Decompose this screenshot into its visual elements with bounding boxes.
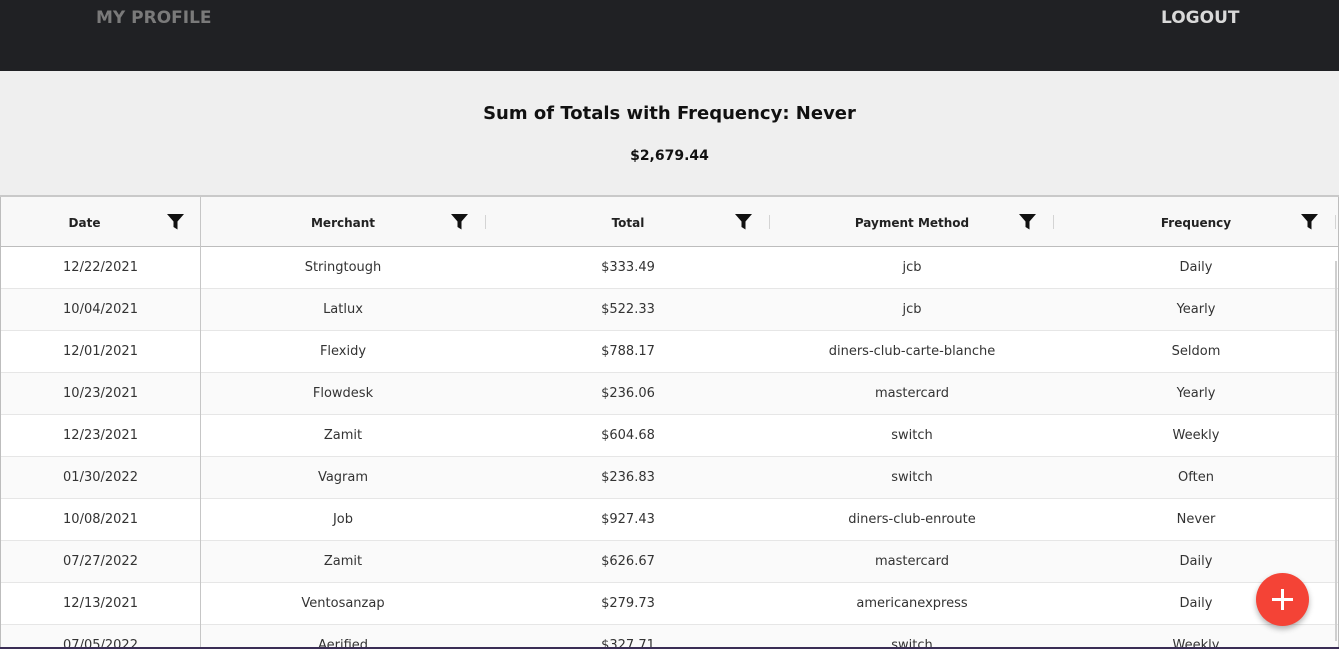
payment-method-cell: mastercard: [874, 386, 950, 401]
merchant-cell: Job: [332, 512, 354, 527]
logout-link[interactable]: LOGOUT: [1161, 8, 1239, 28]
total-cell: $927.43: [601, 512, 655, 527]
total-cell: $327.71: [601, 638, 655, 649]
total-cell: $279.73: [601, 596, 655, 611]
filter-icon[interactable]: [167, 214, 184, 230]
frequency-cell: Yearly: [1176, 386, 1216, 401]
merchant-cell: Zamit: [323, 428, 363, 443]
merchant-cell: Flexidy: [319, 344, 367, 359]
frequency-cell: Daily: [1179, 260, 1213, 275]
table-row[interactable]: 07/27/2022 Zamit $626.67 mastercard Dail…: [1, 541, 1338, 583]
payment-method-cell: switch: [891, 470, 933, 485]
total-cell: $522.33: [601, 302, 655, 317]
column-header-label: Payment Method: [854, 216, 970, 230]
table-row[interactable]: 12/23/2021 Zamit $604.68 switch Weekly: [1, 415, 1338, 457]
vertical-scrollbar[interactable]: [1335, 261, 1337, 641]
frequency-cell: Seldom: [1171, 344, 1221, 359]
date-cell: 07/05/2022: [63, 638, 138, 649]
column-header-date[interactable]: Date: [1, 197, 200, 246]
table-header: Date Merchant Total Payment Method Frequ…: [1, 197, 1338, 247]
date-cell: 07/27/2022: [63, 554, 138, 569]
total-cell: $626.67: [601, 554, 655, 569]
date-cell: 10/23/2021: [63, 386, 138, 401]
table-row[interactable]: 12/22/2021 Stringtough $333.49 jcb Daily: [1, 247, 1338, 289]
frequency-cell: Often: [1178, 470, 1214, 485]
payment-method-cell: jcb: [902, 260, 922, 275]
column-header-payment-method[interactable]: Payment Method: [770, 197, 1054, 246]
payment-method-cell: mastercard: [874, 554, 950, 569]
table-body: 12/22/2021 Stringtough $333.49 jcb Daily…: [1, 247, 1338, 649]
date-cell: 01/30/2022: [63, 470, 138, 485]
frequency-cell: Never: [1176, 512, 1216, 527]
table-row[interactable]: 10/04/2021 Latlux $522.33 jcb Yearly: [1, 289, 1338, 331]
merchant-cell: Ventosanzap: [301, 596, 385, 611]
column-header-merchant[interactable]: Merchant: [201, 197, 485, 246]
merchant-cell: Aerified: [317, 638, 369, 649]
merchant-cell: Stringtough: [304, 260, 382, 275]
merchant-cell: Vagram: [317, 470, 369, 485]
column-separator[interactable]: [1335, 215, 1336, 229]
payment-method-cell: americanexpress: [856, 596, 968, 611]
plus-icon: [1272, 589, 1293, 610]
date-cell: 12/13/2021: [63, 596, 138, 611]
date-cell: 12/23/2021: [63, 428, 138, 443]
filter-icon[interactable]: [1019, 214, 1036, 230]
total-cell: $604.68: [601, 428, 655, 443]
pinned-column-divider: [200, 197, 201, 649]
payment-method-cell: switch: [891, 428, 933, 443]
payment-method-cell: diners-club-carte-blanche: [828, 344, 996, 359]
table-row[interactable]: 12/01/2021 Flexidy $788.17 diners-club-c…: [1, 331, 1338, 373]
column-header-label: Frequency: [1160, 216, 1232, 230]
column-header-label: Total: [611, 216, 645, 230]
column-header-label: Date: [68, 216, 101, 230]
date-cell: 10/04/2021: [63, 302, 138, 317]
add-expense-button[interactable]: [1256, 573, 1309, 626]
payment-method-cell: jcb: [902, 302, 922, 317]
payment-method-cell: switch: [891, 638, 933, 649]
frequency-cell: Yearly: [1176, 302, 1216, 317]
frequency-cell: Weekly: [1172, 428, 1220, 443]
table-row[interactable]: 10/08/2021 Job $927.43 diners-club-enrou…: [1, 499, 1338, 541]
table-row[interactable]: 07/05/2022 Aerified $327.71 switch Weekl…: [1, 625, 1338, 649]
total-cell: $236.06: [601, 386, 655, 401]
top-nav-bar: MY PROFILE LOGOUT: [0, 0, 1339, 71]
merchant-cell: Latlux: [323, 302, 363, 317]
payment-method-cell: diners-club-enroute: [848, 512, 976, 527]
date-cell: 12/22/2021: [63, 260, 138, 275]
filter-icon[interactable]: [451, 214, 468, 230]
date-cell: 12/01/2021: [63, 344, 138, 359]
filter-icon[interactable]: [1301, 214, 1318, 230]
total-cell: $788.17: [601, 344, 655, 359]
table-row[interactable]: 10/23/2021 Flowdesk $236.06 mastercard Y…: [1, 373, 1338, 415]
column-header-total[interactable]: Total: [486, 197, 770, 246]
merchant-cell: Flowdesk: [312, 386, 374, 401]
date-cell: 10/08/2021: [63, 512, 138, 527]
table-row[interactable]: 01/30/2022 Vagram $236.83 switch Often: [1, 457, 1338, 499]
merchant-cell: Zamit: [323, 554, 363, 569]
table-row[interactable]: 12/13/2021 Ventosanzap $279.73 americane…: [1, 583, 1338, 625]
total-cell: $333.49: [601, 260, 655, 275]
summary-title: Sum of Totals with Frequency: Never: [483, 103, 856, 124]
frequency-cell: Weekly: [1172, 638, 1220, 649]
summary-amount: $2,679.44: [630, 148, 709, 164]
column-header-label: Merchant: [310, 216, 376, 230]
column-header-frequency[interactable]: Frequency: [1054, 197, 1338, 246]
expenses-table: Date Merchant Total Payment Method Frequ…: [0, 197, 1339, 649]
total-cell: $236.83: [601, 470, 655, 485]
my-profile-link[interactable]: MY PROFILE: [96, 8, 212, 28]
filter-icon[interactable]: [735, 214, 752, 230]
summary-panel: Sum of Totals with Frequency: Never $2,6…: [0, 71, 1339, 197]
